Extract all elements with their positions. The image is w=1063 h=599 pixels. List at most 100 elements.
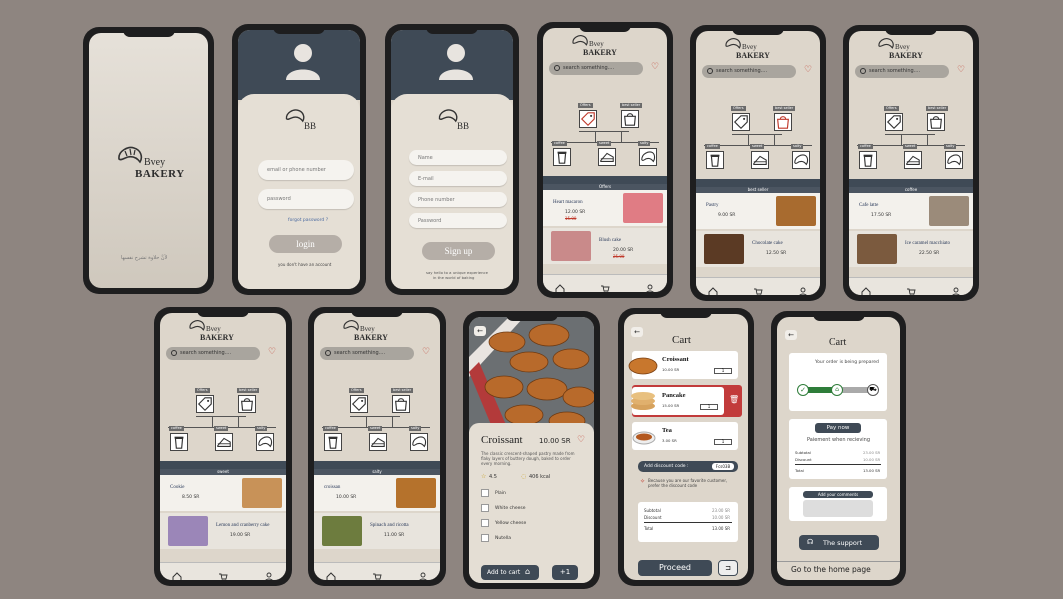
product-image[interactable] xyxy=(857,234,897,264)
product-name[interactable]: Cookie xyxy=(170,485,184,490)
product-name[interactable]: Chocolate cake xyxy=(752,241,783,246)
product-name[interactable]: Lemon and cranberry cake xyxy=(216,523,269,528)
pay-now-button[interactable]: Pay now xyxy=(815,423,861,433)
product-name[interactable]: croissan xyxy=(324,485,340,490)
home-icon[interactable] xyxy=(172,567,182,580)
proceed-button[interactable]: Proceed xyxy=(638,560,712,576)
quantity-button[interactable]: +1 xyxy=(552,565,578,580)
favorite-heart-icon[interactable]: ♡ xyxy=(422,348,430,357)
qty-stepper[interactable]: 1 xyxy=(700,404,718,410)
category-sweet[interactable] xyxy=(215,433,233,451)
category-sweet[interactable] xyxy=(904,151,922,169)
category-salty[interactable] xyxy=(256,433,274,451)
product-image[interactable] xyxy=(168,516,208,546)
product-image[interactable] xyxy=(776,196,816,226)
category-sweet[interactable] xyxy=(369,433,387,451)
cart-icon[interactable] xyxy=(600,279,610,292)
qty-stepper[interactable]: 1 xyxy=(714,368,732,374)
category-offers[interactable] xyxy=(196,395,214,413)
category-best_seller[interactable] xyxy=(392,395,410,413)
favorite-heart-icon[interactable]: ♡ xyxy=(804,66,812,75)
profile-icon[interactable] xyxy=(645,279,655,292)
bookmark-icon[interactable]: ⊐ xyxy=(718,560,738,576)
support-button[interactable]: ☊ The support xyxy=(799,535,879,550)
add-to-cart-button[interactable]: Add to cart ⌂ xyxy=(481,565,539,580)
option-checkbox[interactable] xyxy=(481,534,489,542)
search-input[interactable]: search something.... xyxy=(166,347,260,360)
category-best_seller[interactable] xyxy=(238,395,256,413)
category-coffee[interactable] xyxy=(170,433,188,451)
password-field[interactable]: Password xyxy=(409,213,507,228)
phone-field[interactable]: Phone number xyxy=(409,192,507,207)
product-name[interactable]: Spinach and ricotta xyxy=(370,523,409,528)
home-icon[interactable] xyxy=(555,279,565,292)
no-account-link[interactable]: you don't have an account xyxy=(278,262,331,267)
category-coffee[interactable] xyxy=(324,433,342,451)
product-name[interactable]: Pastry xyxy=(706,203,719,208)
category-offers[interactable] xyxy=(732,113,750,131)
category-sweet[interactable] xyxy=(751,151,769,169)
category-best_seller[interactable] xyxy=(927,113,945,131)
category-offers[interactable] xyxy=(350,395,368,413)
category-offers[interactable] xyxy=(885,113,903,131)
search-input[interactable]: search something.... xyxy=(702,65,796,78)
product-name[interactable]: Cafe latte xyxy=(859,203,878,208)
back-button[interactable]: ← xyxy=(785,330,797,340)
back-button[interactable]: ← xyxy=(474,326,486,336)
discount-code-bar[interactable]: Add discount code : Fcs03B xyxy=(638,461,738,472)
category-offers[interactable] xyxy=(579,110,597,128)
category-salty[interactable] xyxy=(410,433,428,451)
category-salty[interactable] xyxy=(945,151,963,169)
favorite-heart-icon[interactable]: ♡ xyxy=(957,66,965,75)
search-input[interactable]: search something.... xyxy=(549,62,643,75)
option-checkbox[interactable] xyxy=(481,519,489,527)
category-coffee[interactable] xyxy=(553,148,571,166)
favorite-heart-icon[interactable]: ♡ xyxy=(651,63,659,72)
cart-icon[interactable] xyxy=(753,282,763,295)
product-image[interactable] xyxy=(551,231,591,261)
home-icon[interactable] xyxy=(861,282,871,295)
category-coffee[interactable] xyxy=(706,151,724,169)
product-name[interactable]: Ice caramel macchiato xyxy=(905,241,950,246)
favorite-heart-icon[interactable]: ♡ xyxy=(268,348,276,357)
profile-icon[interactable] xyxy=(264,567,274,580)
category-best_seller[interactable] xyxy=(621,110,639,128)
profile-icon[interactable] xyxy=(418,567,428,580)
home-icon[interactable] xyxy=(708,282,718,295)
signup-button[interactable]: Sign up xyxy=(422,242,495,260)
email-field[interactable]: email or phone number xyxy=(258,160,354,180)
qty-stepper[interactable]: 1 xyxy=(714,439,732,445)
product-image[interactable] xyxy=(623,193,663,223)
category-best_seller[interactable] xyxy=(774,113,792,131)
search-input[interactable]: search something.... xyxy=(855,65,949,78)
product-image[interactable] xyxy=(929,196,969,226)
category-salty[interactable] xyxy=(639,148,657,166)
option-checkbox[interactable] xyxy=(481,489,489,497)
product-image[interactable] xyxy=(322,516,362,546)
favorite-heart-icon[interactable]: ♡ xyxy=(577,436,585,445)
home-page-link[interactable]: Go to the home page xyxy=(791,565,871,574)
discount-code-input[interactable]: Fcs03B xyxy=(712,463,734,470)
category-sweet[interactable] xyxy=(598,148,616,166)
login-button[interactable]: login xyxy=(269,235,342,253)
email-field[interactable]: E-mail xyxy=(409,171,507,186)
category-salty[interactable] xyxy=(792,151,810,169)
name-field[interactable]: Name xyxy=(409,150,507,165)
category-coffee[interactable] xyxy=(859,151,877,169)
trash-icon[interactable]: 🗑 xyxy=(729,395,739,404)
cart-icon[interactable] xyxy=(372,567,382,580)
cart-icon[interactable] xyxy=(218,567,228,580)
product-image[interactable] xyxy=(704,234,744,264)
cart-icon[interactable] xyxy=(906,282,916,295)
product-name[interactable]: Heart macaron xyxy=(553,200,583,205)
back-button[interactable]: ← xyxy=(631,327,643,337)
product-name[interactable]: Blush cake xyxy=(599,238,621,243)
search-input[interactable]: search something.... xyxy=(320,347,414,360)
product-image[interactable] xyxy=(242,478,282,508)
option-checkbox[interactable] xyxy=(481,504,489,512)
password-field[interactable]: password xyxy=(258,189,354,209)
comments-input[interactable] xyxy=(803,500,873,517)
product-image[interactable] xyxy=(396,478,436,508)
home-icon[interactable] xyxy=(326,567,336,580)
profile-icon[interactable] xyxy=(798,282,808,295)
